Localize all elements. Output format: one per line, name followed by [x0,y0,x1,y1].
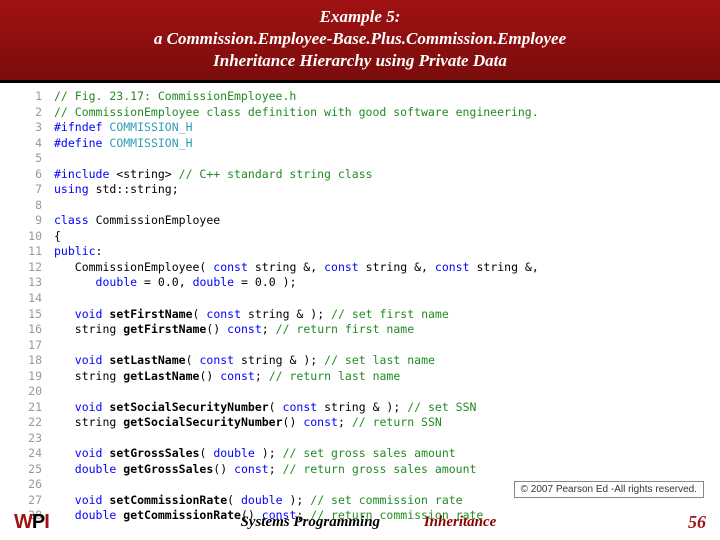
line-number: 9 [14,213,54,229]
logo-w: W [14,511,32,533]
code-line: 14 [14,291,706,307]
line-number: 17 [14,338,54,354]
code-line: 10{ [14,229,706,245]
header-line-2: a Commission.Employee-Base.Plus.Commissi… [0,28,720,50]
code-text: #ifndef COMMISSION_H [54,120,193,136]
code-line: 4#define COMMISSION_H [14,136,706,152]
code-line: 22 string getSocialSecurityNumber() cons… [14,415,706,431]
line-number: 19 [14,369,54,385]
code-line: 9class CommissionEmployee [14,213,706,229]
code-text: string getSocialSecurityNumber() const; … [54,415,442,431]
line-number: 21 [14,400,54,416]
code-text: CommissionEmployee( const string &, cons… [54,260,539,276]
code-text: string getLastName() const; // return la… [54,369,400,385]
code-line: 20 [14,384,706,400]
line-number: 7 [14,182,54,198]
code-text: void setCommissionRate( double ); // set… [54,493,463,509]
code-text: // Fig. 23.17: CommissionEmployee.h [54,89,296,105]
line-number: 12 [14,260,54,276]
page-number: 56 [688,512,706,533]
code-text: double getGrossSales() const; // return … [54,462,476,478]
code-line: 15 void setFirstName( const string & ); … [14,307,706,323]
code-line: 2// CommissionEmployee class definition … [14,105,706,121]
code-line: 25 double getGrossSales() const; // retu… [14,462,706,478]
code-line: 6#include <string> // C++ standard strin… [14,167,706,183]
line-number: 4 [14,136,54,152]
header-line-3: Inheritance Hierarchy using Private Data [0,50,720,72]
code-text: using std::string; [54,182,179,198]
line-number: 13 [14,275,54,291]
code-line: 3#ifndef COMMISSION_H [14,120,706,136]
line-number: 5 [14,151,54,167]
code-text: { [54,229,61,245]
line-number: 20 [14,384,54,400]
code-text: void setSocialSecurityNumber( const stri… [54,400,476,416]
line-number: 1 [14,89,54,105]
line-number: 25 [14,462,54,478]
code-line: 23 [14,431,706,447]
copyright-notice: © 2007 Pearson Ed -All rights reserved. [514,481,704,498]
code-text: void setFirstName( const string & ); // … [54,307,449,323]
code-text: string getFirstName() const; // return f… [54,322,414,338]
code-text: public: [54,244,102,260]
line-number: 3 [14,120,54,136]
code-line: 1// Fig. 23.17: CommissionEmployee.h [14,89,706,105]
slide-footer: WPI Systems Programming Inheritance 56 [0,511,720,534]
line-number: 16 [14,322,54,338]
code-line: 19 string getLastName() const; // return… [14,369,706,385]
line-number: 8 [14,198,54,214]
code-line: 16 string getFirstName() const; // retur… [14,322,706,338]
code-line: 18 void setLastName( const string & ); /… [14,353,706,369]
code-line: 12 CommissionEmployee( const string &, c… [14,260,706,276]
line-number: 10 [14,229,54,245]
slide-header: Example 5: a Commission.Employee-Base.Pl… [0,0,720,83]
footer-systems: Systems Programming [240,514,380,530]
code-text: void setLastName( const string & ); // s… [54,353,435,369]
code-line: 7using std::string; [14,182,706,198]
line-number: 15 [14,307,54,323]
line-number: 26 [14,477,54,493]
logo-p: P [32,511,44,533]
line-number: 14 [14,291,54,307]
line-number: 2 [14,105,54,121]
code-line: 13 double = 0.0, double = 0.0 ); [14,275,706,291]
code-listing: 1// Fig. 23.17: CommissionEmployee.h2// … [14,89,706,523]
code-line: 5 [14,151,706,167]
footer-center: Systems Programming Inheritance [49,514,688,531]
code-line: 11public: [14,244,706,260]
line-number: 24 [14,446,54,462]
code-text: void setGrossSales( double ); // set gro… [54,446,456,462]
line-number: 18 [14,353,54,369]
code-text: class CommissionEmployee [54,213,220,229]
header-line-1: Example 5: [0,6,720,28]
code-text: double = 0.0, double = 0.0 ); [54,275,297,291]
footer-inheritance: Inheritance [424,514,497,530]
code-text: // CommissionEmployee class definition w… [54,105,539,121]
line-number: 22 [14,415,54,431]
code-line: 21 void setSocialSecurityNumber( const s… [14,400,706,416]
line-number: 6 [14,167,54,183]
code-text: #define COMMISSION_H [54,136,193,152]
code-line: 17 [14,338,706,354]
line-number: 27 [14,493,54,509]
code-line: 8 [14,198,706,214]
line-number: 11 [14,244,54,260]
slide: Example 5: a Commission.Employee-Base.Pl… [0,0,720,540]
line-number: 23 [14,431,54,447]
code-line: 24 void setGrossSales( double ); // set … [14,446,706,462]
code-text: #include <string> // C++ standard string… [54,167,373,183]
wpi-logo: WPI [14,511,49,534]
